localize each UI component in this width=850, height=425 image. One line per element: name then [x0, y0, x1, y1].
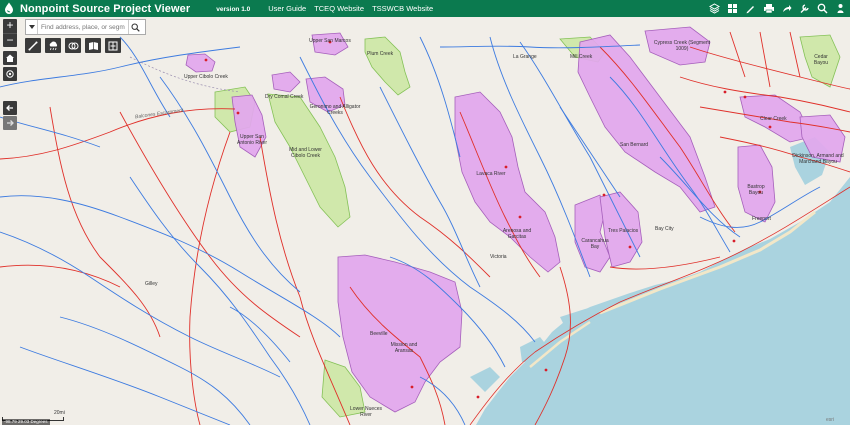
project-point — [768, 125, 772, 129]
label-gilley: Gilley — [145, 281, 158, 287]
app-root: Plum Creek Upper Cibolo Creek Upper San … — [0, 0, 850, 425]
layers-icon[interactable] — [708, 1, 721, 15]
label-bay-city: Bay City — [655, 226, 674, 232]
label-dry-comal: Dry Comal Creek — [265, 94, 304, 100]
split-view-icon — [108, 41, 118, 50]
label-upper-san-antonio: Upper San Antonio River — [236, 134, 267, 146]
zoom-control: + − — [3, 19, 17, 47]
bookmark-button[interactable] — [85, 38, 101, 53]
map-canvas[interactable] — [0, 17, 850, 425]
user-guide-link[interactable]: User Guide — [268, 4, 306, 13]
arrow-right-icon — [7, 120, 14, 126]
attribution-logo: esri — [825, 417, 834, 423]
zoom-out-button[interactable]: − — [3, 33, 17, 47]
project-point — [628, 245, 632, 249]
tsswcb-website-link[interactable]: TSSWCB Website — [372, 4, 433, 13]
project-point — [410, 385, 414, 389]
header-links: User Guide TCEQ Website TSSWCB Website — [268, 4, 441, 13]
measure-button[interactable] — [25, 38, 41, 53]
project-point — [732, 239, 736, 243]
basemap-icon[interactable] — [726, 1, 739, 15]
measure-icon — [28, 41, 38, 50]
project-point — [476, 395, 480, 399]
label-upper-cibolo: Upper Cibolo Creek — [184, 74, 228, 80]
chevron-down-icon — [28, 25, 35, 29]
label-clear-creek: Clear Creek — [760, 116, 787, 122]
search-icon[interactable] — [816, 1, 829, 15]
zoom-in-button[interactable]: + — [3, 19, 17, 33]
app-logo-icon — [2, 2, 16, 16]
search-button[interactable] — [128, 20, 142, 34]
locate-icon — [6, 70, 14, 78]
map-book-icon — [88, 41, 98, 50]
project-point — [518, 215, 522, 219]
tools-icon[interactable] — [798, 1, 811, 15]
project-point — [504, 165, 508, 169]
label-lavaca: Lavaca River — [476, 171, 506, 177]
app-title: Nonpoint Source Project Viewer — [20, 2, 191, 15]
search-icon — [131, 23, 140, 32]
label-victoria: Victoria — [490, 254, 507, 260]
forward-button[interactable] — [3, 116, 17, 130]
app-header: Nonpoint Source Project Viewer version 1… — [0, 0, 850, 17]
label-freeport: Freeport — [752, 216, 771, 222]
locate-button[interactable] — [3, 67, 17, 81]
label-upper-san-marcos: Upper San Marcos — [309, 38, 351, 44]
project-point — [723, 90, 727, 94]
weather-button[interactable] — [45, 38, 61, 53]
label-beeville: Beeville — [370, 331, 388, 337]
label-mid-lower-cibolo: Mid and Lower Cibolo Creek — [289, 147, 322, 159]
compare-button[interactable] — [105, 38, 121, 53]
home-icon — [6, 54, 14, 62]
swipe-button[interactable] — [65, 38, 81, 53]
label-mission-aransas: Mission and Aransas — [390, 342, 418, 354]
back-button[interactable] — [3, 101, 17, 115]
label-arenosa: Arenosa and Garcitas — [502, 228, 532, 240]
header-toolbar — [708, 1, 847, 15]
cloud-rain-icon — [49, 41, 57, 50]
label-plum-creek: Plum Creek — [367, 51, 394, 57]
search-input[interactable] — [38, 23, 128, 31]
coordinates-readout: -98.79 29.03 Degrees — [2, 419, 50, 425]
label-lower-nueces: Lower Nueces River — [350, 406, 382, 418]
project-point — [204, 58, 208, 62]
label-cedar-bayou: Cedar Bayou — [813, 54, 829, 66]
project-point — [236, 111, 240, 115]
label-mill-creek: Mill Creek — [570, 54, 593, 60]
label-tres-palacios: Tres Palacios — [608, 228, 639, 234]
project-point — [544, 368, 548, 372]
print-icon[interactable] — [762, 1, 775, 15]
scale-label: 20mi — [54, 410, 65, 416]
version-label: version 1.0 — [216, 6, 251, 13]
share-icon[interactable] — [780, 1, 793, 15]
search-bar — [25, 19, 146, 35]
arrow-left-icon — [6, 105, 13, 111]
draw-icon[interactable] — [744, 1, 757, 15]
tceq-website-link[interactable]: TCEQ Website — [314, 4, 364, 13]
label-bastrop-bayou: Bastrop Bayou — [747, 184, 765, 196]
locate-person-icon[interactable] — [834, 1, 847, 15]
label-armand-bayou: Dickinson, Armand and Marchand Bayou — [792, 153, 844, 165]
widget-toolbar — [25, 38, 121, 53]
label-carancahua: Carancahua Bay — [581, 238, 609, 250]
map-view[interactable]: Plum Creek Upper Cibolo Creek Upper San … — [0, 17, 850, 425]
label-geronimo: Geronimo and Alligator Creeks — [309, 104, 361, 116]
label-san-bernard: San Bernard — [620, 142, 649, 148]
swipe-icon — [68, 42, 78, 49]
label-la-grange: La Grange — [513, 54, 537, 60]
project-point — [743, 95, 747, 99]
home-button[interactable] — [3, 51, 17, 65]
search-source-dropdown[interactable] — [26, 20, 38, 34]
label-cypress-creek: Cypress Creek (Segment 1009) — [653, 40, 711, 52]
project-point — [602, 193, 606, 197]
